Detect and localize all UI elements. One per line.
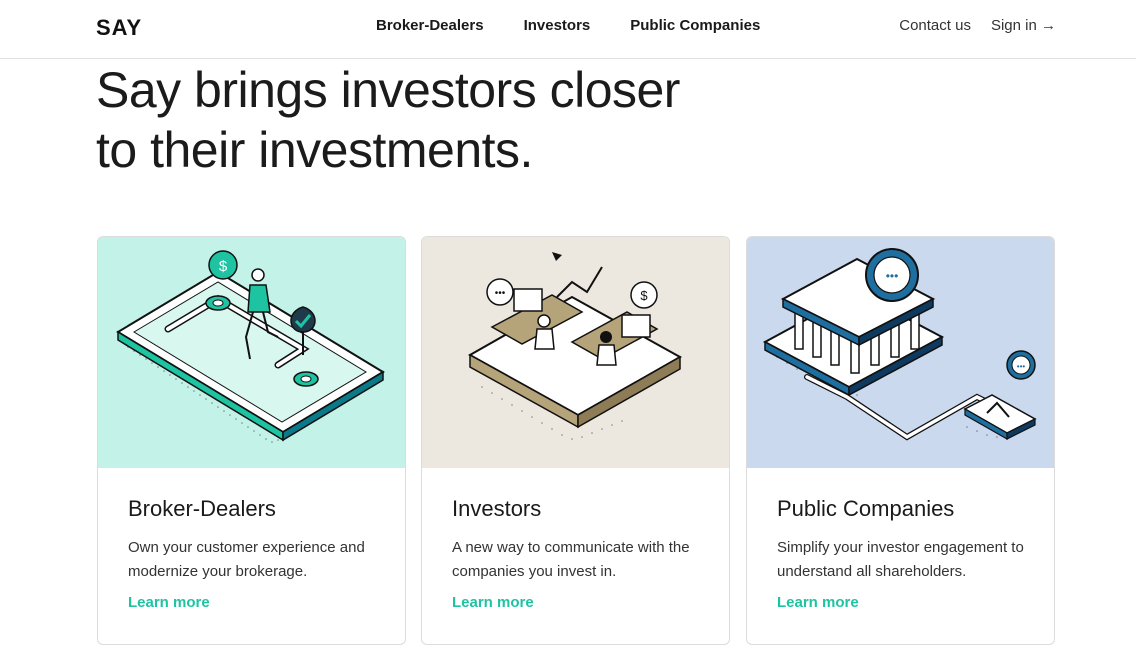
office-desk-illustration: ••• $ bbox=[467, 252, 683, 440]
main-nav: Broker-Dealers Investors Public Companie… bbox=[376, 17, 760, 34]
hero-headline: Say brings investors closer to their inv… bbox=[96, 60, 796, 180]
card-public-companies: ••• ••• Public Companies Simplify your i… bbox=[746, 236, 1055, 645]
card-description: Own your customer experience and moderni… bbox=[128, 539, 365, 580]
sign-in-link[interactable]: Sign in → bbox=[991, 17, 1056, 34]
card-title: Public Companies bbox=[777, 496, 955, 521]
investors-illustration: ••• $ bbox=[422, 237, 729, 468]
learn-more-link[interactable]: Learn more bbox=[452, 594, 534, 611]
svg-text:•••: ••• bbox=[495, 288, 506, 299]
learn-more-link[interactable]: Learn more bbox=[128, 594, 210, 611]
public-companies-illustration: ••• ••• bbox=[747, 237, 1054, 468]
card-description: Simplify your investor engagement to und… bbox=[777, 539, 1024, 580]
top-navbar: SAY Broker-Dealers Investors Public Comp… bbox=[0, 0, 1136, 59]
phone-walker-illustration: $ bbox=[116, 250, 385, 443]
hero-line-1: Say brings investors closer bbox=[96, 62, 680, 118]
contact-us-link[interactable]: Contact us bbox=[899, 17, 971, 34]
card-title: Broker-Dealers bbox=[128, 496, 276, 521]
broker-dealers-illustration: $ bbox=[98, 237, 405, 468]
bank-building-illustration: ••• ••• bbox=[762, 248, 1037, 441]
learn-more-link[interactable]: Learn more bbox=[777, 594, 859, 611]
card-broker-dealers: $ Broker-Dealers Own your customer exper… bbox=[97, 236, 406, 645]
say-logo[interactable]: SAY bbox=[96, 15, 142, 41]
card-description: A new way to communicate with the compan… bbox=[452, 539, 690, 580]
nav-investors[interactable]: Investors bbox=[524, 17, 591, 34]
card-title: Investors bbox=[452, 496, 542, 521]
hero-line-2: to their investments. bbox=[96, 122, 533, 178]
svg-text:•••: ••• bbox=[1017, 362, 1026, 371]
svg-text:$: $ bbox=[219, 258, 228, 275]
card-investors: ••• $ Investors A new way to communicate… bbox=[421, 236, 730, 645]
nav-broker-dealers[interactable]: Broker-Dealers bbox=[376, 17, 484, 34]
svg-text:•••: ••• bbox=[886, 269, 899, 283]
utility-nav: Contact us Sign in → bbox=[899, 17, 1056, 34]
nav-public-companies[interactable]: Public Companies bbox=[630, 17, 760, 34]
svg-text:$: $ bbox=[640, 288, 648, 303]
